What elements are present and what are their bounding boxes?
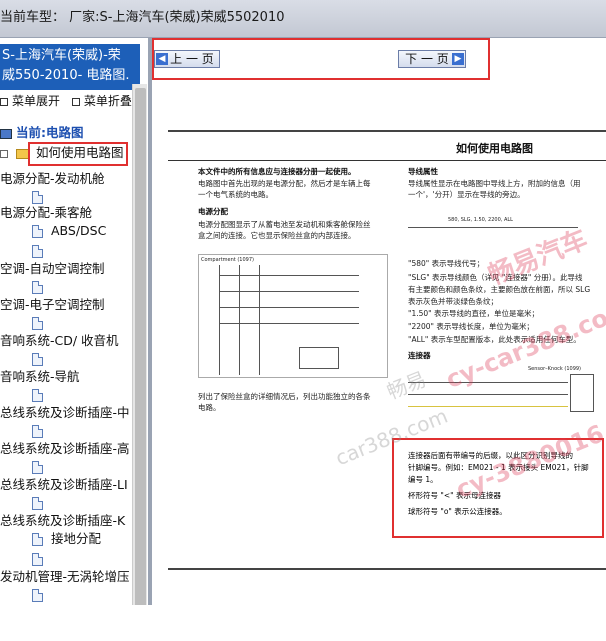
diagram-label: Compartment (1097)	[201, 257, 254, 263]
tree-root-label: 当前:电路图	[15, 125, 84, 140]
body-line: "1.50" 表示导线的直径，单位是毫米；	[408, 309, 539, 318]
tree-item[interactable]: 电源分配-发动机舱	[0, 170, 105, 188]
menu-controls: 菜单展开 菜单折叠	[0, 92, 140, 112]
tree-item-label: ABS/DSC	[51, 223, 107, 238]
tree-item-label: 音响系统-导航	[0, 369, 80, 384]
menu-expand-label: 菜单展开	[12, 94, 61, 108]
body-line: 有主要颜色和颜色条纹，主要颜色放在前面，所以 SLG	[408, 285, 591, 294]
title-rule	[168, 160, 606, 161]
tree-item-label: 总线系统及诊断插座-高	[0, 441, 130, 456]
expand-icon	[0, 97, 8, 106]
document-icon	[32, 533, 43, 546]
computer-icon	[0, 128, 12, 139]
section-heading: 连接器	[408, 351, 431, 360]
intro-bold: 本文件中的所有信息应与连接器分册一起使用。	[198, 167, 356, 176]
tree-root[interactable]: 当前:电路图	[0, 124, 83, 142]
intro-line: 电路图中首先出现的是电源分配，然后才是车辆上每	[198, 179, 371, 188]
power-diagram: Compartment (1097)	[198, 254, 388, 378]
tree-item-label: 接地分配	[51, 531, 102, 546]
body-line: 电路。	[198, 403, 221, 412]
tree-item[interactable]: 总线系统及诊断插座-高	[0, 440, 130, 458]
document-title: 如何使用电路图	[456, 142, 533, 155]
document-icon	[32, 225, 43, 238]
sidebar: S-上海汽车(荣威)-荣 威550-2010- 电路图. 菜单展开 菜单折叠 当…	[0, 38, 148, 605]
document-icon[interactable]	[32, 386, 43, 404]
tree-item[interactable]: 总线系统及诊断插座-LI	[0, 476, 128, 494]
tree-item-label: 电源分配-乘客舱	[0, 205, 93, 220]
document-pane: ◀ 上 一 页 下 一 页 ▶ 如何使用电路图 本文件中的所有信息应与连接器分册…	[152, 38, 606, 641]
body-line: "2200" 表示导线长度，单位为毫米；	[408, 322, 534, 331]
sidebar-heading: S-上海汽车(荣威)-荣 威550-2010- 电路图.	[0, 44, 140, 90]
page-top-rule	[168, 130, 606, 132]
tree-item[interactable]: ABS/DSC	[32, 222, 106, 240]
tree-item[interactable]: 电源分配-乘客舱	[0, 204, 92, 222]
tree-item-label: 电源分配-发动机舱	[0, 171, 105, 186]
tree-item[interactable]: 总线系统及诊断插座-中	[0, 404, 130, 422]
tree-item-label: 总线系统及诊断插座-LI	[0, 477, 128, 492]
body-line: 表示灰色并带淡绿色条纹；	[408, 297, 498, 306]
tree-view: 当前:电路图 如何使用电路图 电源分配-发动机舱 电源分配-乘客舱 ABS/DS…	[0, 124, 140, 605]
scrollbar-thumb[interactable]	[135, 88, 146, 605]
menu-collapse-button[interactable]: 菜单折叠	[71, 94, 132, 108]
tree-item[interactable]: 发动机管理-无涡轮增压	[0, 568, 130, 586]
section-heading: 电源分配	[198, 207, 228, 216]
document-icon[interactable]	[32, 422, 43, 440]
tree-item-label: 总线系统及诊断插座-K	[0, 513, 126, 528]
connector-diagram: Sensor–Knock (1099)	[408, 364, 604, 420]
section-heading: 导线属性	[408, 167, 438, 176]
body-line: 列出了保险丝盒的详细情况后，列出功能独立的各条	[198, 392, 371, 401]
document-icon[interactable]	[32, 314, 43, 332]
body-line: "SLG" 表示导线颜色（详见 "连接器" 分册）。此导线	[408, 273, 583, 282]
document-icon[interactable]	[32, 458, 43, 476]
menu-expand-button[interactable]: 菜单展开	[0, 94, 60, 108]
menu-collapse-label: 菜单折叠	[83, 94, 132, 108]
tree-item[interactable]: 音响系统-CD/ 收音机	[0, 332, 119, 350]
sidebar-heading-line2: 威550-2010- 电路图.	[2, 68, 130, 83]
tree-item[interactable]: 空调-自动空调控制	[0, 260, 105, 278]
body-line: 一个'，'分开）显示在导线的旁边。	[408, 190, 525, 199]
sidebar-scrollbar[interactable]	[132, 84, 147, 605]
tree-item[interactable]: 总线系统及诊断插座-K	[0, 512, 125, 530]
collapse-icon	[71, 97, 80, 106]
wire-sample-label: 580, SLG, 1.50, 2200, ALL	[448, 217, 513, 223]
body-line: 盒之间的连接。它也显示保险丝盒的内部连接。	[198, 231, 356, 240]
highlight-box	[392, 438, 604, 538]
sidebar-heading-line1: S-上海汽车(荣威)-荣	[2, 48, 121, 63]
document-icon[interactable]	[32, 278, 43, 296]
tree-toggle-icon[interactable]	[0, 149, 8, 158]
tree-item[interactable]: 音响系统-导航	[0, 368, 80, 386]
tree-item-label: 空调-电子空调控制	[0, 297, 105, 312]
document-icon[interactable]	[32, 350, 43, 368]
tree-item-label: 发动机管理-无涡轮增压	[0, 569, 130, 584]
tree-item[interactable]: 接地分配	[32, 530, 101, 548]
highlight-box	[28, 142, 128, 166]
tree-item[interactable]: 空调-电子空调控制	[0, 296, 105, 314]
title-bar: 当前车型： 厂家:S-上海汽车(荣威)荣威5502010	[0, 0, 606, 38]
body-line: "ALL" 表示车型配置版本，此处表示适用任何车型。	[408, 335, 581, 344]
highlight-box	[152, 38, 490, 80]
document-icon[interactable]	[32, 550, 43, 568]
tree-item-label: 空调-自动空调控制	[0, 261, 105, 276]
body-line: 电源分配图显示了从蓄电池至发动机和乘客舱保险丝	[198, 220, 371, 229]
document-icon[interactable]	[32, 494, 43, 512]
document-icon[interactable]	[32, 586, 43, 604]
current-model-title: 当前车型： 厂家:S-上海汽车(荣威)荣威5502010	[0, 10, 285, 25]
tree-item-label: 总线系统及诊断插座-中	[0, 405, 130, 420]
wire-sample-diagram: 580, SLG, 1.50, 2200, ALL	[408, 211, 578, 247]
page-bottom-rule	[168, 568, 606, 570]
tree-item-label: 音响系统-CD/ 收音机	[0, 333, 119, 348]
intro-line: 一个电气系统的电路。	[198, 190, 273, 199]
document-icon[interactable]	[32, 242, 43, 260]
body-line: 导线属性显示在电路图中导线上方，附加的信息（用	[408, 179, 581, 188]
body-line: "580" 表示导线代号；	[408, 259, 485, 268]
